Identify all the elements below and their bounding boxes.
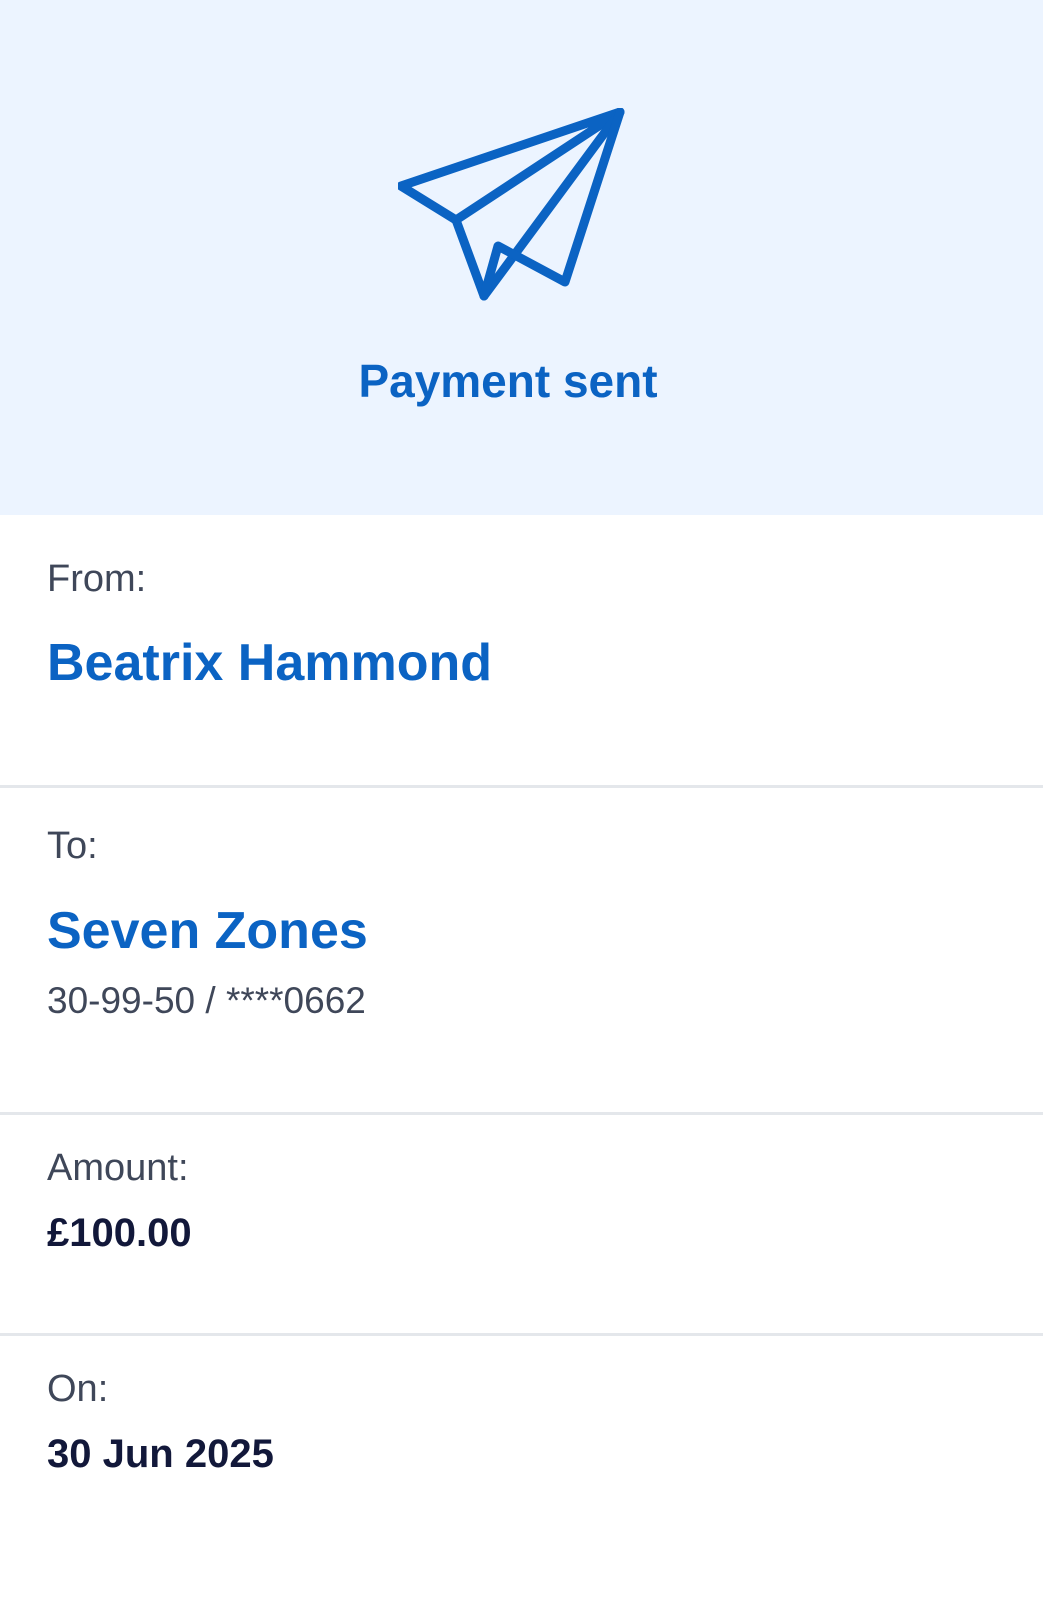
to-label: To: — [47, 825, 98, 867]
amount-label: Amount: — [47, 1147, 189, 1189]
from-label: From: — [47, 558, 147, 600]
recipient-name: Seven Zones — [47, 902, 368, 960]
confirmation-header: Payment sent — [0, 0, 1043, 515]
page-title: Payment sent — [358, 355, 658, 407]
date-section: On: 30 Jun 2025 — [0, 1336, 1043, 1600]
date-label: On: — [47, 1368, 109, 1410]
recipient-account-details: 30-99-50 / ****0662 — [47, 980, 366, 1021]
date-value: 30 Jun 2025 — [47, 1432, 274, 1476]
amount-value: £100.00 — [47, 1211, 192, 1255]
paper-plane-icon — [398, 108, 625, 301]
amount-section: Amount: £100.00 — [0, 1115, 1043, 1336]
sender-name: Beatrix Hammond — [47, 634, 492, 692]
payment-confirmation-page: Payment sent From: Beatrix Hammond To: S… — [0, 0, 1043, 1600]
from-section: From: Beatrix Hammond — [0, 515, 1043, 788]
to-section: To: Seven Zones 30-99-50 / ****0662 — [0, 788, 1043, 1115]
